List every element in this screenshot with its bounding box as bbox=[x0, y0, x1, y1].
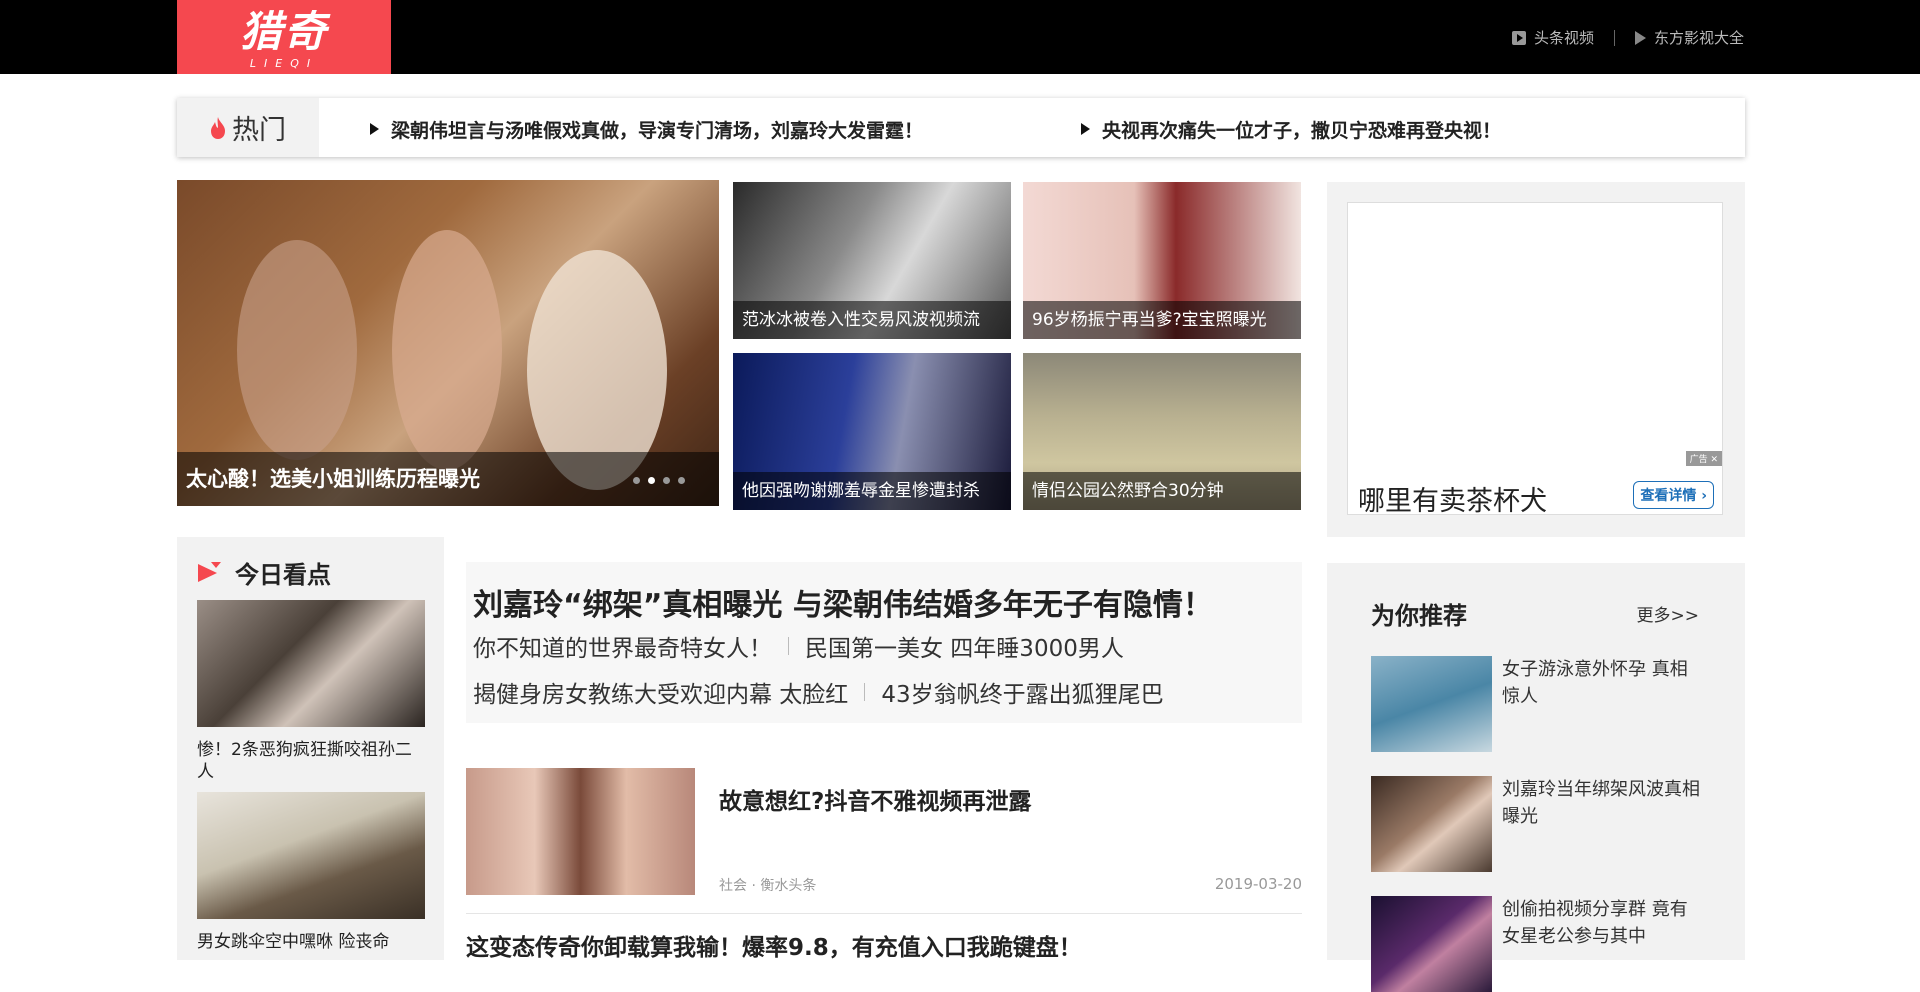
today-item-image bbox=[197, 792, 425, 919]
today-heading-text: 今日看点 bbox=[235, 561, 331, 589]
thumb-caption: 情侣公园公然野合30分钟 bbox=[1023, 472, 1301, 510]
recommend-item-text: 创偷拍视频分享群 竟有女星老公参与其中 bbox=[1502, 899, 1688, 947]
news-date: 2019-03-20 bbox=[1214, 875, 1302, 893]
featured-link[interactable]: 民国第一美女 四年睡3000男人 bbox=[805, 629, 1124, 663]
slider-dot[interactable] bbox=[633, 477, 640, 484]
recommend-heading: 为你推荐 bbox=[1371, 602, 1467, 630]
slider-dots bbox=[633, 477, 685, 484]
recommend-item-image bbox=[1371, 776, 1492, 872]
thumb-card[interactable]: 他因强吻谢娜羞辱金星惨遭封杀 bbox=[733, 353, 1011, 510]
news-image[interactable] bbox=[466, 768, 695, 895]
featured-link[interactable]: 43岁翁帆终于露出狐狸尾巴 bbox=[881, 675, 1163, 709]
ad-button-label: 查看详情 bbox=[1640, 488, 1697, 504]
featured-block: 刘嘉玲“绑架”真相曝光 与梁朝伟结婚多年无子有隐情！ 你不知道的世界最奇特女人！… bbox=[466, 562, 1302, 723]
main-slider[interactable]: 太心酸！选美小姐训练历程曝光 bbox=[177, 180, 719, 506]
ad-panel: 广告 ✕ 哪里有卖茶杯犬 查看详情 › bbox=[1327, 182, 1745, 537]
today-panel: 今日看点 惨！2条恶狗疯狂撕咬祖孙二人 男女跳伞空中嘿咻 险丧命 bbox=[177, 537, 444, 960]
triangle-bullet-icon bbox=[1081, 123, 1090, 135]
today-item-text: 惨！2条恶狗疯狂撕咬祖孙二人 bbox=[197, 740, 412, 782]
recommend-item[interactable]: 创偷拍视频分享群 竟有女星老公参与其中 bbox=[1371, 896, 1701, 992]
recommend-panel: 为你推荐 更多>> 女子游泳意外怀孕 真相惊人 刘嘉玲当年绑架风波真相曝光 创偷… bbox=[1327, 563, 1745, 992]
ad-title: 哪里有卖茶杯犬 bbox=[1358, 486, 1547, 517]
thumb-caption: 范冰冰被卷入性交易风波视频流 bbox=[733, 301, 1011, 339]
recommend-more-link[interactable]: 更多>> bbox=[1637, 601, 1700, 626]
ad-tag-text: 广告 bbox=[1689, 455, 1708, 465]
top-links: 头条视频 东方影视大全 bbox=[1511, 27, 1744, 48]
recommend-item[interactable]: 刘嘉玲当年绑架风波真相曝光 bbox=[1371, 776, 1701, 872]
today-item-image bbox=[197, 600, 425, 727]
thumb-card[interactable]: 情侣公园公然野合30分钟 bbox=[1023, 353, 1301, 510]
news-title[interactable]: 这变态传奇你卸载算我输！爆率9.8，有充值入口我跪键盘！ bbox=[466, 928, 1082, 962]
today-item-text: 男女跳伞空中嘿咻 险丧命 bbox=[197, 932, 390, 952]
recommend-item-image bbox=[1371, 896, 1492, 992]
ad-tag[interactable]: 广告 ✕ bbox=[1685, 451, 1722, 466]
thumb-card[interactable]: 范冰冰被卷入性交易风波视频流 bbox=[733, 182, 1011, 339]
top-link-label: 头条视频 bbox=[1533, 29, 1594, 47]
thumb-card[interactable]: 96岁杨振宁再当爹?宝宝照曝光 bbox=[1023, 182, 1301, 339]
hot-label-text: 热门 bbox=[232, 115, 286, 146]
featured-link[interactable]: 揭健身房女教练大受欢迎内幕 太脸红 bbox=[473, 675, 848, 709]
top-links-divider bbox=[1613, 29, 1615, 46]
slider-dot[interactable] bbox=[663, 477, 670, 484]
hot-item-text: 梁朝伟坦言与汤唯假戏真做，导演专门清场，刘嘉玲大发雷霆！ bbox=[391, 120, 924, 142]
today-item[interactable]: 惨！2条恶狗疯狂撕咬祖孙二人 bbox=[197, 600, 425, 783]
today-heading: 今日看点 bbox=[197, 555, 331, 590]
featured-divider bbox=[788, 637, 789, 655]
triangle-bullet-icon bbox=[370, 123, 379, 135]
ad-card[interactable]: 广告 ✕ 哪里有卖茶杯犬 查看详情 › bbox=[1347, 202, 1723, 517]
top-link-toutiao-video[interactable]: 头条视频 bbox=[1511, 27, 1594, 48]
play-triangle-icon bbox=[1634, 30, 1646, 45]
video-play-icon bbox=[1511, 30, 1526, 45]
news-title[interactable]: 故意想红?抖音不雅视频再泄露 bbox=[719, 782, 1031, 816]
hot-item[interactable]: 央视再次痛失一位才子，撒贝宁恐难再登央视！ bbox=[1081, 116, 1501, 143]
slider-dot-active[interactable] bbox=[648, 477, 655, 484]
ad-detail-button[interactable]: 查看详情 › bbox=[1633, 481, 1714, 509]
play-flag-icon bbox=[198, 561, 221, 582]
hot-news-bar: 热门 梁朝伟坦言与汤唯假戏真做，导演专门清场，刘嘉玲大发雷霆！ 央视再次痛失一位… bbox=[177, 98, 1745, 157]
recommend-item-image bbox=[1371, 656, 1492, 752]
news-meta: 社会 · 衡水头条 bbox=[719, 878, 817, 894]
featured-title[interactable]: 刘嘉玲“绑架”真相曝光 与梁朝伟结婚多年无子有隐情！ bbox=[473, 580, 1213, 624]
hot-item-text: 央视再次痛失一位才子，撒贝宁恐难再登央视！ bbox=[1102, 120, 1502, 142]
top-link-dongfang-video[interactable]: 东方影视大全 bbox=[1634, 27, 1744, 48]
flame-icon bbox=[211, 116, 225, 139]
slider-dot[interactable] bbox=[678, 477, 685, 484]
today-item[interactable]: 男女跳伞空中嘿咻 险丧命 bbox=[197, 792, 425, 953]
site-logo[interactable]: 猎奇 LIEQI bbox=[177, 0, 391, 74]
recommend-item-text: 女子游泳意外怀孕 真相惊人 bbox=[1502, 659, 1688, 707]
hot-item[interactable]: 梁朝伟坦言与汤唯假戏真做，导演专门清场，刘嘉玲大发雷霆！ bbox=[370, 116, 923, 143]
featured-row: 你不知道的世界最奇特女人！ 民国第一美女 四年睡3000男人 bbox=[473, 629, 1124, 663]
thumb-caption: 96岁杨振宁再当爹?宝宝照曝光 bbox=[1023, 301, 1301, 339]
recommend-item-text: 刘嘉玲当年绑架风波真相曝光 bbox=[1502, 779, 1700, 827]
featured-row: 揭健身房女教练大受欢迎内幕 太脸红 43岁翁帆终于露出狐狸尾巴 bbox=[473, 675, 1164, 709]
news-divider bbox=[466, 913, 1302, 914]
hot-label: 热门 bbox=[177, 98, 319, 157]
logo-subtext: LIEQI bbox=[249, 57, 319, 70]
thumb-caption: 他因强吻谢娜羞辱金星惨遭封杀 bbox=[733, 472, 1011, 510]
recommend-item[interactable]: 女子游泳意外怀孕 真相惊人 bbox=[1371, 656, 1701, 752]
top-link-label: 东方影视大全 bbox=[1653, 29, 1744, 47]
logo-text: 猎奇 bbox=[239, 7, 328, 56]
featured-link[interactable]: 你不知道的世界最奇特女人！ bbox=[473, 629, 772, 663]
featured-divider bbox=[864, 683, 866, 701]
